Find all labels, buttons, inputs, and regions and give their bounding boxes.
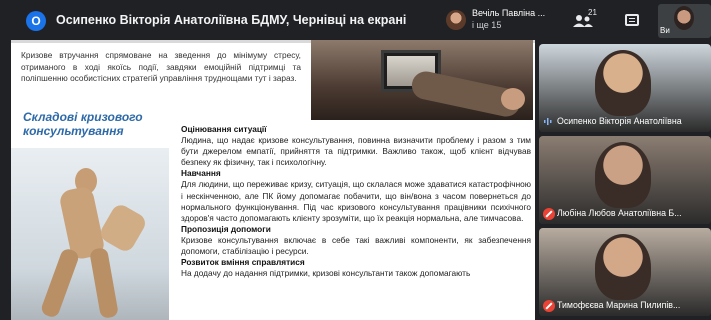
participant-tile[interactable]: Тимофєєва Марина Пилипів... — [539, 228, 711, 316]
self-avatar — [674, 6, 694, 30]
section-title: Розвиток вміння справлятися — [181, 257, 305, 268]
presenter-title: Осипенко Вікторія Анатоліївна БДМУ, Черн… — [56, 13, 407, 27]
top-bar: О Осипенко Вікторія Анатоліївна БДМУ, Че… — [0, 0, 711, 40]
section-text: Людина, що надає кризове консультування,… — [181, 135, 531, 168]
participant-tile[interactable]: Осипенко Вікторія Анатоліївна — [539, 44, 711, 132]
meeting-window: О Осипенко Вікторія Анатоліївна БДМУ, Че… — [0, 0, 711, 320]
wooden-figures-photo — [11, 148, 169, 320]
chat-icon[interactable] — [625, 14, 639, 26]
participants-count: 21 — [588, 8, 597, 17]
participant-name: Любіна Любов Анатоліївна Б... — [557, 208, 682, 218]
participant-video — [595, 234, 651, 300]
therapy-photo — [311, 40, 533, 120]
participant-video — [595, 142, 651, 208]
second-figure-body — [97, 201, 149, 255]
section-title: Пропозиція допомоги — [181, 223, 271, 234]
section-text: На додачу до надання підтримки, кризові … — [181, 268, 471, 279]
mic-active-icon — [544, 118, 552, 125]
slide-heading: Складові кризового консультування — [23, 110, 143, 138]
participant-video — [595, 50, 651, 116]
participants-panel: Осипенко Вікторія Анатоліївна Любіна Люб… — [535, 40, 711, 320]
speaker-name: Вечіль Павліна ... — [472, 8, 546, 18]
section-text: Кризове консультування включає в себе та… — [181, 234, 531, 257]
section-title: Навчання — [181, 168, 221, 179]
man-head — [501, 88, 525, 110]
shared-slide: Кризове втручання спрямоване на зведення… — [11, 40, 535, 320]
slide-intro-text: Кризове втручання спрямоване на зведення… — [21, 50, 301, 83]
participant-tile[interactable]: Любіна Любов Анатоліївна Б... — [539, 136, 711, 224]
figure-leg — [39, 247, 81, 319]
participant-name: Тимофєєва Марина Пилипів... — [557, 300, 681, 310]
self-label: Ви — [660, 26, 670, 35]
self-view-tile[interactable]: Ви — [658, 4, 711, 38]
section-text: Для людини, що переживає кризу, ситуація… — [181, 179, 531, 223]
figure-leg — [89, 246, 119, 320]
speaker-more-count: і ще 15 — [472, 20, 502, 30]
slide-body: Оцінювання ситуації Людина, що надає кри… — [181, 124, 531, 279]
mic-muted-icon — [543, 300, 555, 312]
speaker-avatar — [446, 10, 466, 30]
mic-muted-icon — [543, 208, 555, 220]
presenter-avatar[interactable]: О — [26, 11, 46, 31]
participant-name: Осипенко Вікторія Анатоліївна — [557, 116, 682, 126]
section-title: Оцінювання ситуації — [181, 124, 267, 134]
active-speaker-pill[interactable]: Вечіль Павліна ... і ще 15 — [440, 8, 550, 34]
